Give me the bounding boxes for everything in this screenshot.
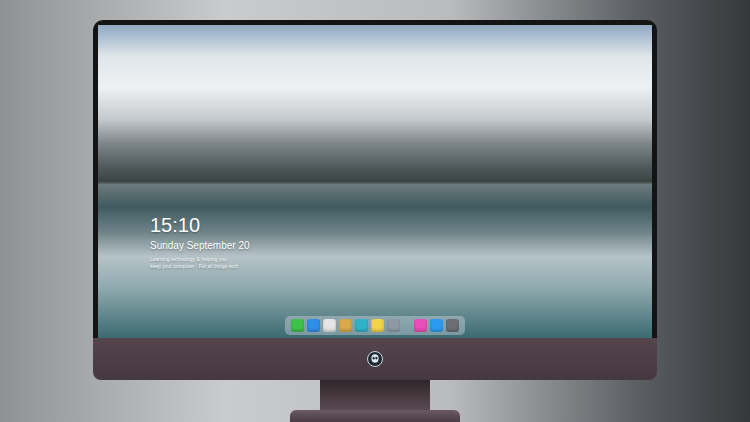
clock-date: Sunday September 20 [150, 239, 652, 252]
dock [285, 316, 465, 335]
app-icon[interactable] [387, 319, 400, 332]
lock-notes: Learning technology & helping youkeep yo… [150, 256, 652, 270]
monitor-stand-base [290, 410, 460, 422]
logo-icon [367, 351, 383, 367]
app-icon[interactable] [414, 319, 427, 332]
app-icon[interactable] [430, 319, 443, 332]
monitor-chin [93, 338, 657, 380]
clock-time: 15:10 [150, 213, 652, 237]
dock-group [291, 319, 400, 332]
app-icon[interactable] [371, 319, 384, 332]
app-icon[interactable] [307, 319, 320, 332]
app-icon[interactable] [323, 319, 336, 332]
monitor-bezel: 15:10 Sunday September 20 Learning technol… [93, 20, 657, 338]
dock-group [414, 319, 459, 332]
monitor-stand-neck [320, 380, 430, 410]
lock-screen[interactable]: 15:10 Sunday September 20 Learning technol… [98, 25, 652, 338]
app-icon[interactable] [355, 319, 368, 332]
lock-note: Learning technology & helping you [150, 256, 652, 263]
lock-info: 15:10 Sunday September 20 Learning technol… [98, 25, 652, 270]
dock-row [98, 316, 652, 335]
desktop-mockup: 15:10 Sunday September 20 Learning technol… [0, 0, 750, 422]
app-icon[interactable] [291, 319, 304, 332]
lock-note: keep your computer · For all things tech [150, 263, 652, 270]
app-icon[interactable] [446, 319, 459, 332]
app-icon[interactable] [339, 319, 352, 332]
